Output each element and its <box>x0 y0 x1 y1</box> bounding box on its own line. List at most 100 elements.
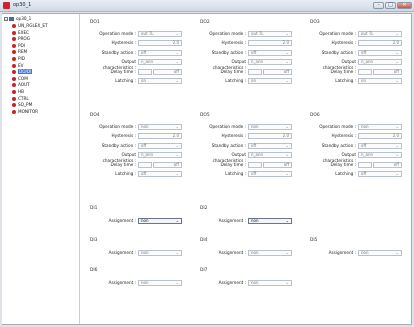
tree-item[interactable]: PDI <box>12 43 25 49</box>
chevron-down-icon: ⌄ <box>395 250 399 255</box>
standby-dropdown[interactable]: off ⌄ <box>248 49 292 56</box>
standby-dropdown[interactable]: off ⌄ <box>138 142 182 149</box>
operation-mode-dropdown[interactable]: out TL ⌄ <box>358 31 402 37</box>
close-button[interactable]: ✕ <box>397 2 412 9</box>
do-group-title: DO2 <box>200 20 210 25</box>
tree-item-label: EV <box>18 62 24 68</box>
delay-time-value[interactable]: off <box>263 161 292 168</box>
delay-time-value[interactable]: off <box>373 68 402 75</box>
delay-time-input[interactable] <box>138 68 152 75</box>
tree-item[interactable]: SQ_PM <box>12 102 32 108</box>
tree-item-label: PROG <box>18 36 30 42</box>
standby-dropdown[interactable]: off ⌄ <box>358 142 402 149</box>
assignment-dropdown[interactable]: non ⌄ <box>138 250 182 256</box>
output-char-dropdown[interactable]: n_ann ⌄ <box>138 59 182 66</box>
standby-dropdown[interactable]: off ⌄ <box>358 49 402 56</box>
latching-dropdown[interactable]: off ⌄ <box>248 171 292 177</box>
tree-item[interactable]: UN_RGLEX_ET <box>12 23 48 29</box>
field-label: Operation mode : <box>319 124 356 129</box>
field-value: out TL <box>251 31 264 36</box>
tree-item[interactable]: AOUT <box>12 82 30 88</box>
field-value: n_ann <box>361 152 374 158</box>
output-char-dropdown[interactable]: n_ann ⌄ <box>138 152 182 159</box>
navigation-tree: – op30_1 UN_RGLEX_ET EXEC PROG PDI REM PID EV DO… <box>2 14 80 324</box>
assignment-dropdown[interactable]: non ⌄ <box>138 218 182 224</box>
standby-dropdown[interactable]: off ⌄ <box>138 49 182 56</box>
operation-mode-dropdown[interactable]: non ⌄ <box>358 124 402 130</box>
tree-item[interactable]: CTRL <box>12 96 29 102</box>
operation-mode-dropdown[interactable]: out TL ⌄ <box>138 31 182 37</box>
field-label: Hysteresis : <box>331 133 356 139</box>
tree-item[interactable]: MONITOR <box>12 109 38 115</box>
operation-mode-dropdown[interactable]: non ⌄ <box>248 124 292 130</box>
delay-time-input[interactable] <box>248 161 262 168</box>
hysteresis-input[interactable]: 2.0 <box>358 40 402 47</box>
latching-dropdown[interactable]: off ⌄ <box>138 171 182 177</box>
chevron-down-icon: ⌄ <box>285 124 289 129</box>
latching-dropdown[interactable]: on ⌄ <box>138 78 182 84</box>
latching-dropdown[interactable]: on ⌄ <box>248 78 292 84</box>
tree-item[interactable]: PID <box>12 56 25 62</box>
tree-item[interactable]: HB <box>12 89 24 95</box>
hysteresis-input[interactable]: 2.0 <box>248 133 292 140</box>
field-label: Delay time : <box>110 161 136 167</box>
field-label: Latching : <box>225 78 246 83</box>
assignment-dropdown[interactable]: non ⌄ <box>248 218 292 224</box>
node-icon <box>12 90 16 94</box>
chevron-down-icon: ⌄ <box>285 142 289 148</box>
delay-time-value[interactable]: off <box>263 68 292 75</box>
tree-item-label: AOUT <box>18 82 30 88</box>
tree-item[interactable]: EXEC <box>12 30 29 36</box>
tree-root-label: op30_1 <box>16 16 32 21</box>
latching-dropdown[interactable]: on ⌄ <box>358 78 402 84</box>
chevron-down-icon: ⌄ <box>395 124 399 129</box>
operation-mode-dropdown[interactable]: out TL ⌄ <box>248 31 292 37</box>
operation-mode-dropdown[interactable]: non ⌄ <box>138 124 182 130</box>
output-char-dropdown[interactable]: n_ann ⌄ <box>248 152 292 159</box>
assignment-dropdown[interactable]: non ⌄ <box>138 280 182 286</box>
hysteresis-input[interactable]: 2.0 <box>138 133 182 140</box>
tree-item[interactable]: EV <box>12 63 24 69</box>
field-label: Latching : <box>335 171 356 176</box>
hysteresis-input[interactable]: 2.0 <box>358 133 402 140</box>
node-icon <box>12 37 16 42</box>
field-label: Latching : <box>225 171 246 176</box>
di-group-title: DI7 <box>200 268 208 273</box>
tree-item-label: REM <box>18 49 28 55</box>
field-value: non <box>141 250 149 255</box>
field-value: non <box>251 124 259 129</box>
assignment-dropdown[interactable]: non ⌄ <box>248 250 292 256</box>
delay-time-field: off <box>138 161 182 168</box>
output-char-dropdown[interactable]: n_ann ⌄ <box>358 59 402 66</box>
delay-time-value[interactable]: off <box>153 161 182 168</box>
delay-time-value[interactable]: off <box>373 161 402 168</box>
hysteresis-input[interactable]: 2.0 <box>138 40 182 47</box>
tree-item[interactable]: PROG <box>12 36 30 42</box>
field-value: non <box>141 124 149 129</box>
node-icon <box>12 70 16 75</box>
field-label: Assignment : <box>218 280 246 285</box>
tree-root[interactable]: – op30_1 <box>4 16 31 22</box>
tree-item[interactable]: DO/DI <box>12 69 33 75</box>
chevron-down-icon: ⌄ <box>285 250 289 255</box>
delay-time-input[interactable] <box>358 161 372 168</box>
tree-item[interactable]: COM <box>12 76 28 82</box>
maximize-button[interactable]: □ <box>385 2 396 9</box>
assignment-dropdown[interactable]: non ⌄ <box>358 250 402 256</box>
delay-time-value[interactable]: off <box>153 68 182 75</box>
hysteresis-input[interactable]: 2.0 <box>248 40 292 47</box>
tree-item[interactable]: REM <box>12 49 27 55</box>
delay-time-input[interactable] <box>138 161 152 168</box>
delay-time-input[interactable] <box>358 68 372 75</box>
delay-time-input[interactable] <box>248 68 262 75</box>
di-group-title: DI1 <box>90 206 98 211</box>
assignment-dropdown[interactable]: non ⌄ <box>248 280 292 286</box>
standby-dropdown[interactable]: off ⌄ <box>248 142 292 149</box>
latching-dropdown[interactable]: off ⌄ <box>358 171 402 177</box>
output-char-dropdown[interactable]: n_ann ⌄ <box>248 59 292 66</box>
node-icon <box>12 50 16 55</box>
collapse-icon[interactable]: – <box>4 17 8 21</box>
minimize-button[interactable]: – <box>373 2 384 9</box>
tree-item-label: SQ_PM <box>18 102 33 108</box>
output-char-dropdown[interactable]: n_ann ⌄ <box>358 152 402 159</box>
